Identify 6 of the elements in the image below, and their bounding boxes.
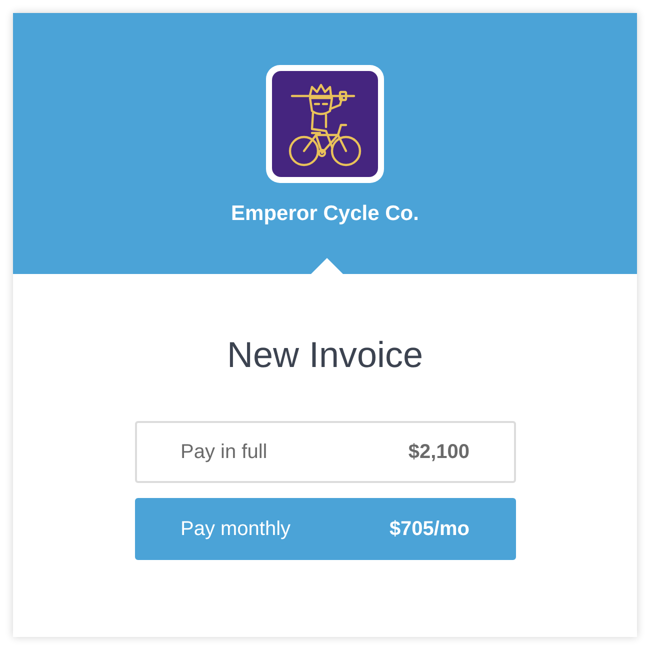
payment-option[interactable]: Pay monthly $705/mo [134,498,516,560]
invoice-title: New Invoice [226,333,424,377]
merchant-name: Emperor Cycle Co. [231,202,419,226]
pointer-triangle-icon [311,258,343,274]
payment-option[interactable]: Pay in full $2,100 [134,421,516,483]
cyclist-logo-icon [266,65,384,183]
